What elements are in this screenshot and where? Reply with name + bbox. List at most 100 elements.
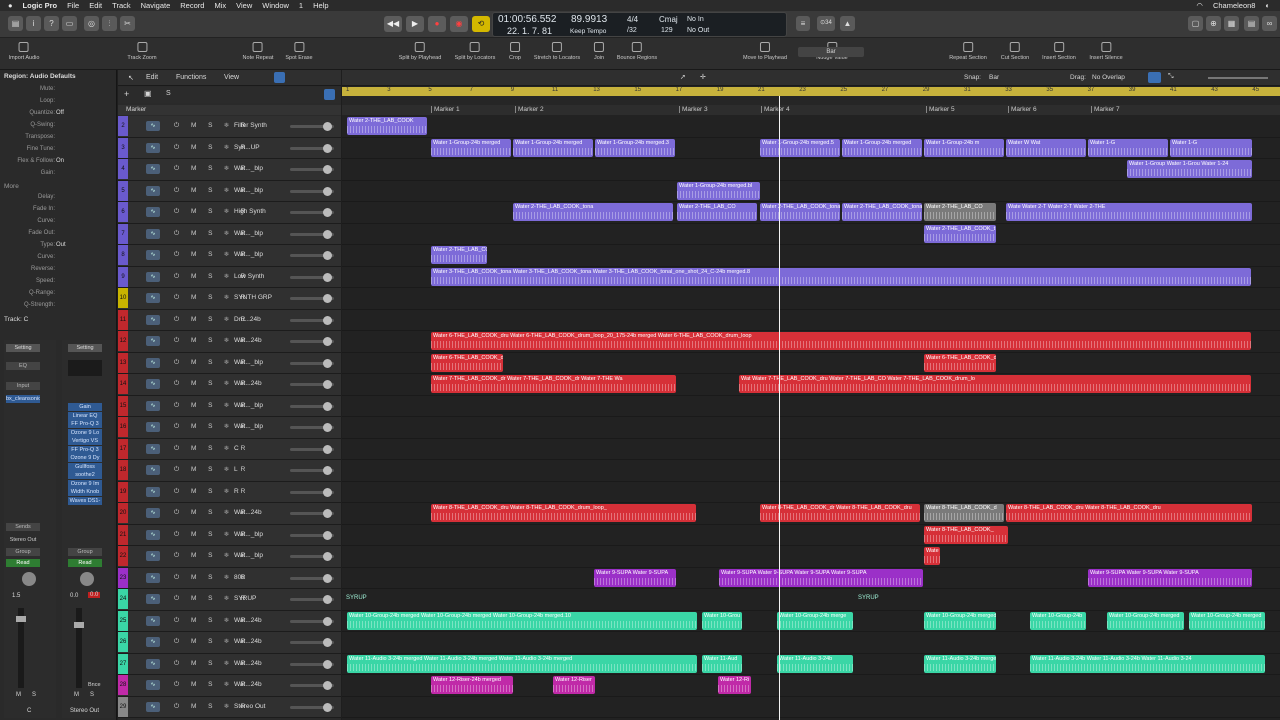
toolbar-track-zoom-button[interactable]: Track Zoom xyxy=(127,42,157,61)
toolbar-bounce-regions-button[interactable]: Bounce Regions xyxy=(617,42,657,61)
track-header[interactable]: 29 ∿ ⏻ M S ❄ R Stereo Out xyxy=(118,696,341,718)
plugin-slot[interactable]: soothe2 xyxy=(68,471,102,479)
track-lane[interactable]: Water 8-THE_LAB_COOK_dru Water 8-THE_LAB… xyxy=(342,503,1280,525)
zoom-fit-icon[interactable]: ⤡ xyxy=(1168,73,1174,81)
track-name[interactable]: L xyxy=(234,466,238,473)
audio-region[interactable]: Water 1-Group Water 1-Grou Water 1-24 xyxy=(1127,160,1252,178)
track-volume-fader[interactable] xyxy=(290,702,334,712)
audio-region[interactable]: Water 10-Group-24b merged xyxy=(1189,611,1265,630)
track-header[interactable]: 8 ∿ ⏻ M S ❄ R Wat..._blp xyxy=(118,245,341,267)
audio-region[interactable]: Water 2-THE_LAB_COOK_tona xyxy=(513,203,673,221)
editors-icon[interactable]: ✂ xyxy=(120,16,135,31)
menu-help[interactable]: Help xyxy=(313,1,328,10)
menu-mix[interactable]: Mix xyxy=(214,1,226,10)
audio-region[interactable]: Water 12-Ri xyxy=(718,676,751,694)
toolbar-cut-section-button[interactable]: Cut Section xyxy=(1001,42,1029,61)
toolbar-join-button[interactable]: Join xyxy=(594,42,604,61)
audio-region[interactable]: Water 11-Aud xyxy=(702,654,742,673)
record-button[interactable]: ● xyxy=(428,16,446,32)
track-name[interactable]: 808 xyxy=(234,574,245,581)
audio-region[interactable]: Water 12-Riser-24b merged xyxy=(431,676,513,694)
audio-region[interactable]: Water 1-Group-24b merged.3 xyxy=(595,138,675,157)
inspector-param[interactable]: Transpose: xyxy=(0,134,117,146)
apple-loops-icon[interactable]: ∞ xyxy=(1262,16,1277,31)
track-name[interactable]: Wat...24b xyxy=(234,660,262,667)
track-name[interactable]: SYNTH GRP xyxy=(234,294,272,301)
inspector-param[interactable]: Speed: xyxy=(0,278,117,290)
edit-menu[interactable]: Edit xyxy=(146,74,158,81)
secondary-tool-icon[interactable]: ✛ xyxy=(700,73,706,81)
track-header[interactable]: 10 ∿ ⏻ M S ❄ R SYNTH GRP xyxy=(118,288,341,310)
param-value[interactable]: Out xyxy=(56,242,66,248)
plugin-slot[interactable]: FF Pro-Q 3 xyxy=(68,420,102,428)
track-name[interactable]: Filter Synth xyxy=(234,122,267,129)
audio-region[interactable]: Water W Wat xyxy=(1006,138,1086,157)
toolbar-stretch-to-locators-button[interactable]: Stretch to Locators xyxy=(534,42,580,61)
browser-icon[interactable]: ▦ xyxy=(1224,16,1239,31)
track-header[interactable]: 5 ∿ ⏻ M S ❄ R Wat..._blp xyxy=(118,180,341,202)
track-volume-fader[interactable] xyxy=(290,165,334,174)
track-name[interactable]: Wat...24b xyxy=(234,509,262,516)
list-editor-icon[interactable]: ≡ xyxy=(796,16,810,31)
loop-browser-icon[interactable]: ⊕ xyxy=(1206,16,1221,31)
menu-app-name[interactable]: Logic Pro xyxy=(23,1,58,10)
setting-button[interactable]: Setting xyxy=(68,344,102,352)
track-lane[interactable]: SYRUP SYRUP xyxy=(342,589,1280,611)
inspector-param[interactable]: Curve: xyxy=(0,218,117,230)
audio-region[interactable]: Water 8-THE_LAB_COOK_dr Water 8-THE_LAB_… xyxy=(760,504,920,522)
region-header[interactable]: Region: Audio Defaults xyxy=(4,73,76,80)
track-header[interactable]: 22 ∿ ⏻ M S ❄ R Wat..._blp xyxy=(118,546,341,568)
track-lane[interactable]: Water 10-Group-24b merged Water 10-Group… xyxy=(342,611,1280,632)
inspector-param[interactable]: Flex & Follow: On xyxy=(0,158,117,170)
metronome-icon[interactable]: ▲ xyxy=(840,16,855,31)
track-header[interactable]: 12 ∿ ⏻ M S ❄ R Wat...24b xyxy=(118,331,341,353)
region-view-icon[interactable] xyxy=(274,72,285,83)
marker-track-header[interactable]: Marker xyxy=(118,105,341,115)
plugin-slot[interactable]: Linear EQ xyxy=(68,411,102,420)
control-center-icon[interactable]: ◐ xyxy=(1265,1,1270,10)
sends-slot[interactable]: Sends xyxy=(6,523,40,531)
view-menu[interactable]: View xyxy=(224,74,239,81)
solo-button[interactable]: S xyxy=(90,692,94,698)
track-lane[interactable] xyxy=(342,460,1280,482)
nudge-value-field[interactable]: Bar xyxy=(798,47,864,57)
audio-region[interactable]: Water 1-Group-24b m xyxy=(924,138,1004,157)
track-lane[interactable]: Water 12-Riser-24b merged Water 12-Riser W… xyxy=(342,675,1280,697)
track-name[interactable]: Stereo Out xyxy=(234,703,265,710)
track-name[interactable]: Syn...UP xyxy=(234,144,260,151)
global-tracks-icon[interactable] xyxy=(324,89,335,100)
track-header[interactable]: 19 ∿ ⏻ M S ❄ RR xyxy=(118,481,341,503)
audio-region[interactable]: Water 11-Audio 3-24b merged xyxy=(924,654,996,673)
track-volume-fader[interactable] xyxy=(290,294,334,303)
track-lane[interactable]: Water 2-THE_LAB_COOK_t xyxy=(342,224,1280,245)
track-lane[interactable] xyxy=(342,632,1280,654)
audio-region[interactable]: Water 10-Grou xyxy=(702,611,742,630)
inspector-param[interactable]: Fade In: xyxy=(0,206,117,218)
track-header[interactable]: 3 ∿ ⏻ M S ❄ R Syn...UP xyxy=(118,137,341,159)
note-pad-icon[interactable]: ▢ xyxy=(1188,16,1203,31)
toolbar-insert-silence-button[interactable]: Insert Silence xyxy=(1089,42,1123,61)
automation-mode[interactable]: Read xyxy=(68,559,102,567)
audio-region[interactable]: Wate xyxy=(924,547,940,565)
marker-5[interactable]: Marker 5 xyxy=(926,106,955,113)
snap-value[interactable]: Bar xyxy=(989,74,999,81)
audio-region[interactable]: Water 6-THE_LAB_COOK_dru Water 6-THE_LAB… xyxy=(431,332,1251,350)
track-header[interactable]: 21 ∿ ⏻ M S ❄ R Wat..._blp xyxy=(118,524,341,546)
inspector-param[interactable]: Reverse: xyxy=(0,266,117,278)
inspector-param[interactable]: Type: Out xyxy=(0,242,117,254)
track-lane[interactable]: Water 1-Group-24b merged Water 1-Group-24… xyxy=(342,138,1280,159)
track-name[interactable]: Dru...24b xyxy=(234,316,261,323)
track-lane[interactable]: Water 1-Group Water 1-Grou Water 1-24 xyxy=(342,159,1280,181)
track-lane[interactable]: Water 2-THE_LAB_COOK_tona Water 2-THE_LAB… xyxy=(342,202,1280,224)
track-volume-fader[interactable] xyxy=(290,466,334,475)
track-volume-fader[interactable] xyxy=(290,380,334,389)
menu-edit[interactable]: Edit xyxy=(89,1,102,10)
track-lane[interactable]: Water 6-THE_LAB_COOK_dru Water 6-THE_LAB… xyxy=(342,331,1280,353)
track-name[interactable]: C xyxy=(234,445,239,452)
solo-button[interactable]: S xyxy=(32,692,36,698)
inspector-icon[interactable]: i xyxy=(26,16,41,31)
menu-window[interactable]: Window xyxy=(262,1,289,10)
track-header[interactable]: 6 ∿ ⏻ M S ❄ R High Synth xyxy=(118,202,341,224)
mute-button[interactable]: M xyxy=(16,692,21,698)
param-value[interactable]: Off xyxy=(56,110,64,116)
